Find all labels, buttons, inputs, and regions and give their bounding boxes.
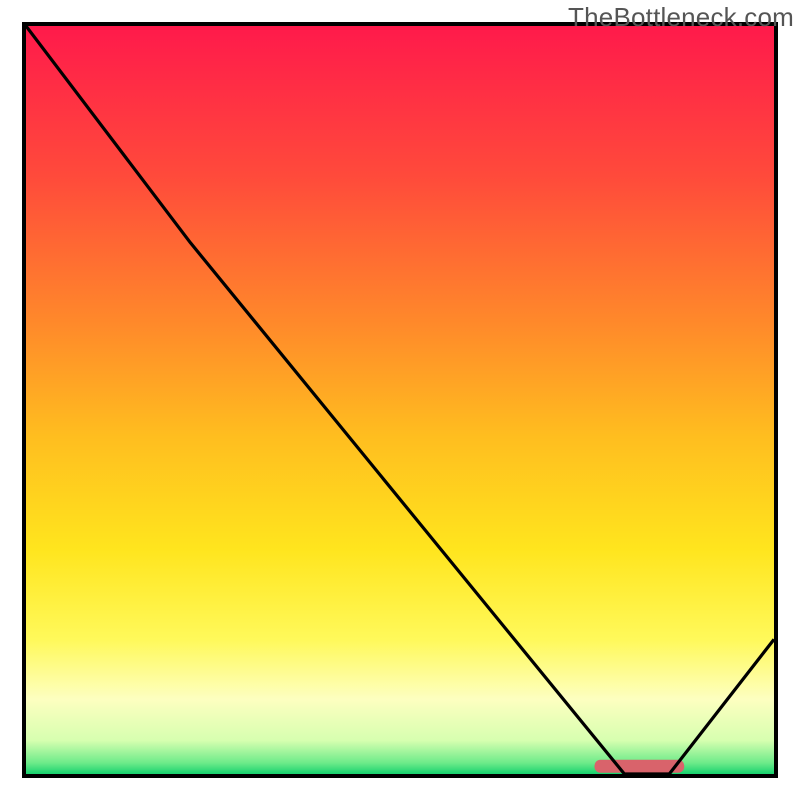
plot-frame <box>22 22 778 778</box>
gradient-background <box>26 26 774 774</box>
watermark-text: TheBottleneck.com <box>568 2 794 33</box>
plot-svg <box>26 26 774 774</box>
chart-container: TheBottleneck.com <box>0 0 800 800</box>
